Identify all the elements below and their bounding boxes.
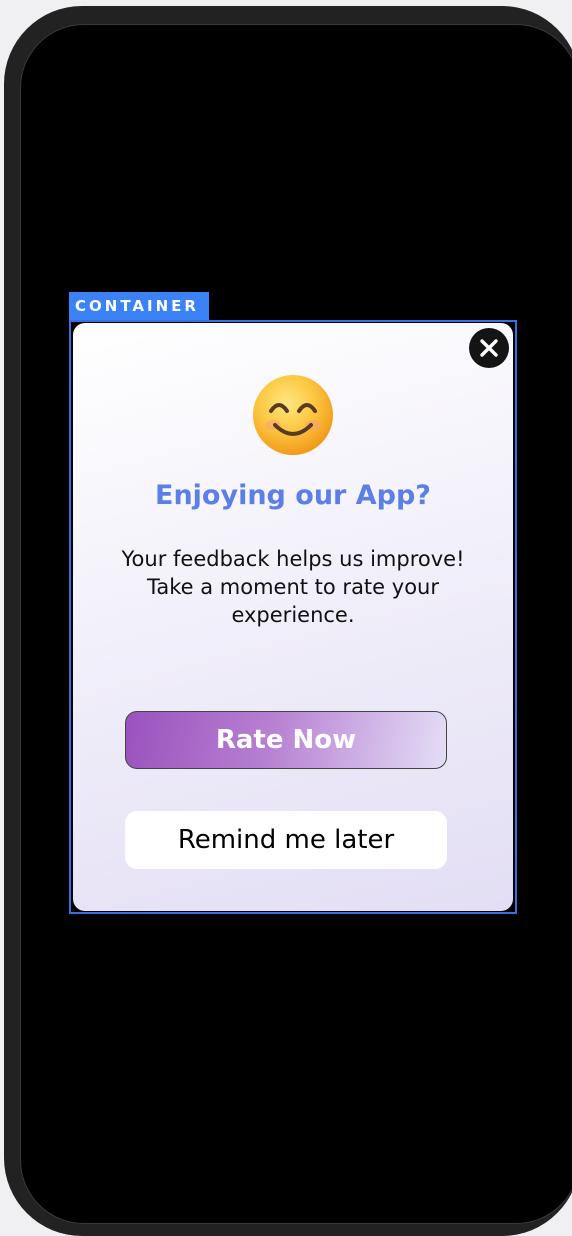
close-icon <box>480 339 498 357</box>
remind-me-later-button[interactable]: Remind me later <box>125 811 447 869</box>
smiling-face-emoji-icon <box>253 375 333 455</box>
dialog-message: Your feedback helps us improve! Take a m… <box>121 547 465 627</box>
rating-dialog: Enjoying our App? Your feedback helps us… <box>73 323 513 911</box>
close-button[interactable] <box>469 328 509 368</box>
container-inspector-tag: CONTAINER <box>69 292 209 320</box>
dialog-title: Enjoying our App? <box>155 480 431 511</box>
rate-now-button[interactable]: Rate Now <box>125 711 447 769</box>
